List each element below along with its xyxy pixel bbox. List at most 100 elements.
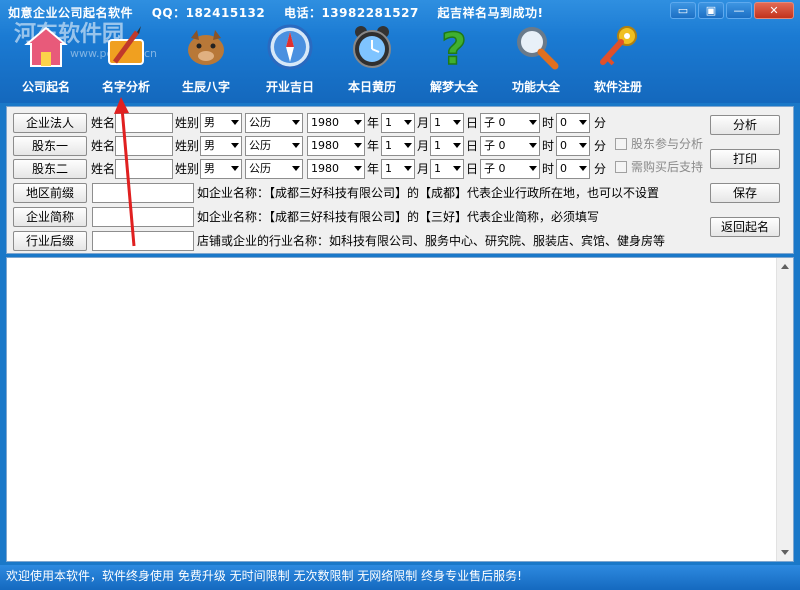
gender-select[interactable]: 男 — [200, 136, 242, 156]
minute-select[interactable]: 0 — [556, 113, 590, 133]
hour-unit: 时 — [542, 139, 555, 153]
chevron-down-icon — [579, 120, 587, 125]
gender-value: 男 — [204, 139, 215, 152]
shareholder-two-button[interactable]: 股东二 — [13, 159, 87, 179]
chevron-down-icon — [529, 166, 537, 171]
calendar-select[interactable]: 公历 — [245, 136, 303, 156]
hour-select[interactable]: 子 0 — [480, 136, 540, 156]
day-value: 1 — [434, 139, 441, 152]
toolbar-label: 生辰八字 — [181, 80, 230, 94]
name-label: 姓名 — [91, 139, 116, 153]
minimize-button[interactable]: — — [726, 2, 752, 19]
close-button[interactable]: ✕ — [754, 2, 794, 19]
day-select[interactable]: 1 — [430, 136, 464, 156]
chevron-down-icon — [354, 166, 362, 171]
vertical-scrollbar[interactable] — [776, 258, 793, 561]
hour-value: 子 0 — [484, 116, 506, 129]
toolbar-all-functions[interactable]: 功能大全 — [496, 22, 576, 100]
legal-person-button[interactable]: 企业法人 — [13, 113, 87, 133]
day-value: 1 — [434, 162, 441, 175]
svg-text:?: ? — [441, 24, 467, 72]
analyze-button[interactable]: 分析 — [710, 115, 780, 135]
month-unit: 月 — [417, 116, 430, 130]
year-select[interactable]: 1980 — [307, 113, 365, 133]
gender-value: 男 — [204, 162, 215, 175]
keys-icon — [593, 22, 643, 72]
gender-label: 姓别 — [175, 162, 200, 176]
calendar-select[interactable]: 公历 — [245, 113, 303, 133]
hour-select[interactable]: 子 0 — [480, 113, 540, 133]
purchase-support-checkbox[interactable] — [615, 161, 627, 173]
industry-suffix-hint: 店铺或企业的行业名称：如科技有限公司、服务中心、研究院、服装店、宾馆、健身房等 — [197, 234, 666, 248]
chevron-down-icon — [231, 120, 239, 125]
menu-button[interactable]: ▣ — [698, 2, 724, 19]
company-short-name-hint: 如企业名称：【成都三好科技有限公司】的【三好】代表企业简称，必须填写 — [197, 210, 600, 224]
toolbar-label: 功能大全 — [511, 80, 560, 94]
gender-value: 男 — [204, 116, 215, 129]
month-select[interactable]: 1 — [381, 136, 415, 156]
minute-unit: 分 — [594, 139, 607, 153]
shareholder-analysis-checkbox[interactable] — [615, 138, 627, 150]
toolbar-dream-interpretation[interactable]: ? 解梦大全 — [414, 22, 494, 100]
toolbar-daily-almanac[interactable]: 本日黄历 — [332, 22, 412, 100]
toolbar-company-naming[interactable]: 公司起名 — [6, 22, 86, 100]
magnifier-icon — [511, 22, 561, 72]
compass-icon — [265, 22, 315, 72]
hour-unit: 时 — [542, 162, 555, 176]
toolbar-birth-bazi[interactable]: 生辰八字 — [166, 22, 246, 100]
industry-suffix-input[interactable] — [92, 231, 194, 251]
region-prefix-button[interactable]: 地区前缀 — [13, 183, 87, 203]
day-value: 1 — [434, 116, 441, 129]
toolbar-label: 开业吉日 — [265, 80, 314, 94]
chevron-down-icon — [354, 143, 362, 148]
calendar-value: 公历 — [249, 139, 271, 152]
minute-select[interactable]: 0 — [556, 159, 590, 179]
minute-value: 0 — [560, 139, 567, 152]
skin-button[interactable]: ▭ — [670, 2, 696, 19]
print-button[interactable]: 打印 — [710, 149, 780, 169]
hour-select[interactable]: 子 0 — [480, 159, 540, 179]
name-label: 姓名 — [91, 162, 116, 176]
legal-person-name-input[interactable] — [115, 113, 173, 133]
industry-suffix-button[interactable]: 行业后缀 — [13, 231, 87, 251]
house-icon — [21, 22, 71, 72]
toolbar-label: 公司起名 — [21, 80, 70, 94]
chevron-down-icon — [292, 120, 300, 125]
toolbar-register[interactable]: 软件注册 — [578, 22, 658, 100]
month-unit: 月 — [417, 139, 430, 153]
gender-select[interactable]: 男 — [200, 113, 242, 133]
region-prefix-input[interactable] — [92, 183, 194, 203]
toolbar-opening-day[interactable]: 开业吉日 — [250, 22, 330, 100]
minute-select[interactable]: 0 — [556, 136, 590, 156]
year-select[interactable]: 1980 — [307, 136, 365, 156]
calendar-select[interactable]: 公历 — [245, 159, 303, 179]
scroll-up-icon[interactable] — [781, 264, 789, 269]
shareholder-analysis-label: 股东参与分析 — [631, 137, 704, 151]
name-label: 姓名 — [91, 116, 116, 130]
calendar-value: 公历 — [249, 162, 271, 175]
chevron-down-icon — [404, 143, 412, 148]
year-unit: 年 — [367, 162, 380, 176]
save-button[interactable]: 保存 — [710, 183, 780, 203]
day-select[interactable]: 1 — [430, 113, 464, 133]
minute-value: 0 — [560, 162, 567, 175]
month-select[interactable]: 1 — [381, 159, 415, 179]
company-short-name-button[interactable]: 企业简称 — [13, 207, 87, 227]
minute-value: 0 — [560, 116, 567, 129]
back-to-naming-button[interactable]: 返回起名 — [710, 217, 780, 237]
calendar-value: 公历 — [249, 116, 271, 129]
company-short-name-input[interactable] — [92, 207, 194, 227]
day-select[interactable]: 1 — [430, 159, 464, 179]
month-value: 1 — [385, 116, 392, 129]
toolbar-name-analysis[interactable]: 名字分析 — [86, 22, 166, 100]
year-value: 1980 — [311, 162, 339, 175]
result-text-area[interactable] — [6, 257, 794, 562]
chevron-down-icon — [292, 166, 300, 171]
year-select[interactable]: 1980 — [307, 159, 365, 179]
gender-select[interactable]: 男 — [200, 159, 242, 179]
shareholder-one-name-input[interactable] — [115, 136, 173, 156]
month-select[interactable]: 1 — [381, 113, 415, 133]
shareholder-two-name-input[interactable] — [115, 159, 173, 179]
shareholder-one-button[interactable]: 股东一 — [13, 136, 87, 156]
scroll-down-icon[interactable] — [781, 550, 789, 555]
